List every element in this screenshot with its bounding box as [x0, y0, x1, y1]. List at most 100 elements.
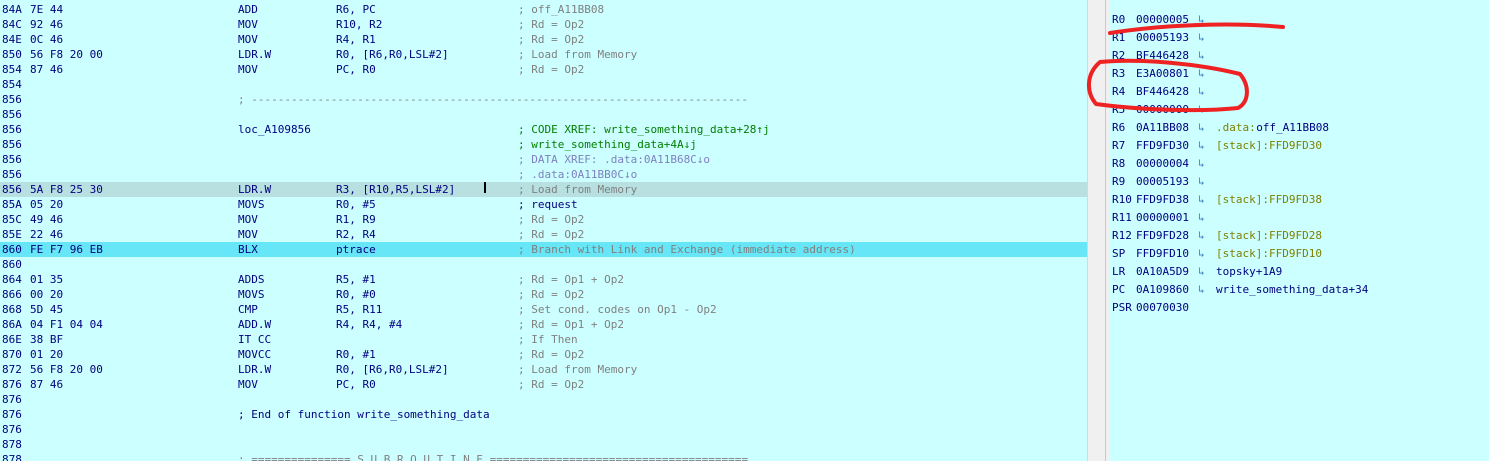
disasm-line[interactable]: 866 00 20 MOVS R0, #0 ; Rd = Op2 — [0, 287, 1087, 302]
jump-arrow-icon[interactable]: ↳ — [1198, 227, 1205, 245]
instruction-mnemonic[interactable]: ADD — [238, 2, 258, 17]
register-value[interactable]: 00005193 — [1136, 173, 1189, 191]
instruction-operands[interactable]: R0, [R6,R0,LSL#2] — [336, 362, 449, 377]
disasm-line[interactable]: 860 — [0, 257, 1087, 272]
disasm-line[interactable]: 85E 22 46 MOV R2, R4 ; Rd = Op2 — [0, 227, 1087, 242]
register-row-r1[interactable]: R1 00005193 ↳ — [1109, 29, 1489, 47]
jump-arrow-icon[interactable]: ↳ — [1198, 209, 1205, 227]
disasm-line[interactable]: 856 loc_A109856 ; CODE XREF: write_somethi… — [0, 122, 1087, 137]
disasm-line[interactable]: 856 ; write_something_data+4A↓j — [0, 137, 1087, 152]
jump-arrow-icon[interactable]: ↳ — [1198, 11, 1205, 29]
instruction-operands[interactable]: R1, R9 — [336, 212, 376, 227]
register-target[interactable]: [stack]:FFD9FD38 — [1216, 191, 1322, 209]
jump-arrow-icon[interactable]: ↳ — [1198, 65, 1205, 83]
instruction-mnemonic[interactable]: MOV — [238, 62, 258, 77]
register-row-r10[interactable]: R10 FFD9FD38 ↳ [stack]:FFD9FD38 — [1109, 191, 1489, 209]
register-row-r5[interactable]: R5 00000000 ↳ — [1109, 101, 1489, 119]
disasm-line[interactable]: 856 ; -----------------------------------… — [0, 92, 1087, 107]
register-value[interactable]: 00000001 — [1136, 209, 1189, 227]
jump-arrow-icon[interactable]: ↳ — [1198, 47, 1205, 65]
instruction-mnemonic[interactable]: MOV — [238, 227, 258, 242]
instruction-mnemonic[interactable]: LDR.W — [238, 182, 271, 197]
instruction-operands[interactable]: R6, PC — [336, 2, 376, 17]
disasm-line[interactable]: 868 5D 45 CMP R5, R11 ; Set cond. codes on O… — [0, 302, 1087, 317]
instruction-operands[interactable]: PC, R0 — [336, 377, 376, 392]
disassembly-scrollbar[interactable] — [1087, 0, 1105, 461]
register-target[interactable]: [stack]:FFD9FD10 — [1216, 245, 1322, 263]
disasm-line[interactable]: 854 87 46 MOV PC, R0 ; Rd = Op2 — [0, 62, 1087, 77]
instruction-mnemonic[interactable]: MOVCC — [238, 347, 271, 362]
instruction-mnemonic[interactable]: MOVS — [238, 287, 265, 302]
register-value[interactable]: 0A10A5D9 — [1136, 263, 1189, 281]
disasm-line[interactable]: 876 — [0, 422, 1087, 437]
register-row-r2[interactable]: R2 BF446428 ↳ — [1109, 47, 1489, 65]
register-row-r6[interactable]: R6 0A11BB08 ↳ .data: off_A11BB08 — [1109, 119, 1489, 137]
instruction-operands[interactable]: R0, #1 — [336, 347, 376, 362]
disasm-line[interactable]: 84C 92 46 MOV R10, R2 ; Rd = Op2 — [0, 17, 1087, 32]
jump-arrow-icon[interactable]: ↳ — [1198, 101, 1205, 119]
jump-arrow-icon[interactable]: ↳ — [1198, 137, 1205, 155]
instruction-mnemonic[interactable]: LDR.W — [238, 362, 271, 377]
register-value[interactable]: BF446428 — [1136, 83, 1189, 101]
disasm-line[interactable]: 84E 0C 46 MOV R4, R1 ; Rd = Op2 — [0, 32, 1087, 47]
register-row-pc[interactable]: PC 0A109860 ↳ write_something_data+34 — [1109, 281, 1489, 299]
register-value[interactable]: 0A11BB08 — [1136, 119, 1189, 137]
jump-arrow-icon[interactable]: ↳ — [1198, 29, 1205, 47]
disasm-line[interactable]: 876 ; End of function write_something_dat… — [0, 407, 1087, 422]
disasm-line[interactable]: 876 87 46 MOV PC, R0 ; Rd = Op2 — [0, 377, 1087, 392]
register-target[interactable]: topsky+1A9 — [1216, 263, 1282, 281]
general-registers-panel[interactable]: R0 00000005 ↳ R1 00005193 ↳ R2 BF446428 ↳ R3 E3A00… — [1109, 0, 1489, 461]
instruction-mnemonic[interactable]: MOV — [238, 17, 258, 32]
disasm-line[interactable]: 856 ; .data:0A11BB0C↓o — [0, 167, 1087, 182]
instruction-mnemonic[interactable]: BLX — [238, 242, 258, 257]
instruction-operands[interactable]: R0, [R6,R0,LSL#2] — [336, 47, 449, 62]
instruction-operands[interactable]: PC, R0 — [336, 62, 376, 77]
disasm-line[interactable]: 876 — [0, 392, 1087, 407]
instruction-mnemonic[interactable]: ADDS — [238, 272, 265, 287]
disasm-line[interactable]: 872 56 F8 20 00 LDR.W R0, [R6,R0,LSL#2] ; Lo… — [0, 362, 1087, 377]
register-target[interactable]: off_A11BB08 — [1256, 119, 1329, 137]
register-target[interactable]: write_something_data+34 — [1216, 281, 1368, 299]
register-value[interactable]: FFD9FD30 — [1136, 137, 1189, 155]
code-label[interactable]: loc_A109856 — [238, 122, 311, 137]
disasm-line[interactable]: 86E 38 BF IT CC ; If Then — [0, 332, 1087, 347]
jump-arrow-icon[interactable]: ↳ — [1198, 173, 1205, 191]
register-value[interactable]: 00000005 — [1136, 11, 1189, 29]
register-value[interactable]: FFD9FD28 — [1136, 227, 1189, 245]
register-row-r0[interactable]: R0 00000005 ↳ — [1109, 11, 1489, 29]
instruction-operands[interactable]: R0, #0 — [336, 287, 376, 302]
instruction-mnemonic[interactable]: LDR.W — [238, 47, 271, 62]
register-value[interactable]: FFD9FD10 — [1136, 245, 1189, 263]
disasm-line[interactable]: 856 — [0, 107, 1087, 122]
instruction-operands[interactable]: R4, R1 — [336, 32, 376, 47]
register-target[interactable]: [stack]:FFD9FD28 — [1216, 227, 1322, 245]
disasm-line[interactable]: 878 ; =============== S U B R O U T I N E… — [0, 452, 1087, 461]
register-row-r7[interactable]: R7 FFD9FD30 ↳ [stack]:FFD9FD30 — [1109, 137, 1489, 155]
instruction-mnemonic[interactable]: MOV — [238, 212, 258, 227]
register-value[interactable]: 00005193 — [1136, 29, 1189, 47]
instruction-operands[interactable]: R2, R4 — [336, 227, 376, 242]
disasm-line[interactable]: 860 FE F7 96 EB BLX ptrace ; Branch with Lin… — [0, 242, 1087, 257]
jump-arrow-icon[interactable]: ↳ — [1198, 281, 1205, 299]
disasm-line[interactable]: 870 01 20 MOVCC R0, #1 ; Rd = Op2 — [0, 347, 1087, 362]
register-value[interactable]: FFD9FD38 — [1136, 191, 1189, 209]
register-row-r11[interactable]: R11 00000001 ↳ — [1109, 209, 1489, 227]
register-row-r3[interactable]: R3 E3A00801 ↳ — [1109, 65, 1489, 83]
disasm-line[interactable]: 878 — [0, 437, 1087, 452]
instruction-operands[interactable]: R5, R11 — [336, 302, 382, 317]
instruction-mnemonic[interactable]: CMP — [238, 302, 258, 317]
register-value[interactable]: 00070030 — [1136, 299, 1189, 317]
jump-arrow-icon[interactable]: ↳ — [1198, 245, 1205, 263]
disasm-line[interactable]: 864 01 35 ADDS R5, #1 ; Rd = Op1 + Op2 — [0, 272, 1087, 287]
instruction-operands[interactable]: R4, R4, #4 — [336, 317, 402, 332]
disasm-line[interactable]: 85A 05 20 MOVS R0, #5 ; request — [0, 197, 1087, 212]
disasm-line[interactable]: 856 5A F8 25 30 LDR.W R3, [R10,R5,LSL#2] ; L… — [0, 182, 1087, 197]
register-value[interactable]: 00000000 — [1136, 101, 1189, 119]
instruction-mnemonic[interactable]: ADD.W — [238, 317, 271, 332]
instruction-mnemonic[interactable]: MOV — [238, 32, 258, 47]
disasm-line[interactable]: 85C 49 46 MOV R1, R9 ; Rd = Op2 — [0, 212, 1087, 227]
jump-arrow-icon[interactable]: ↳ — [1198, 191, 1205, 209]
register-value[interactable]: 00000004 — [1136, 155, 1189, 173]
jump-arrow-icon[interactable]: ↳ — [1198, 155, 1205, 173]
jump-arrow-icon[interactable]: ↳ — [1198, 119, 1205, 137]
